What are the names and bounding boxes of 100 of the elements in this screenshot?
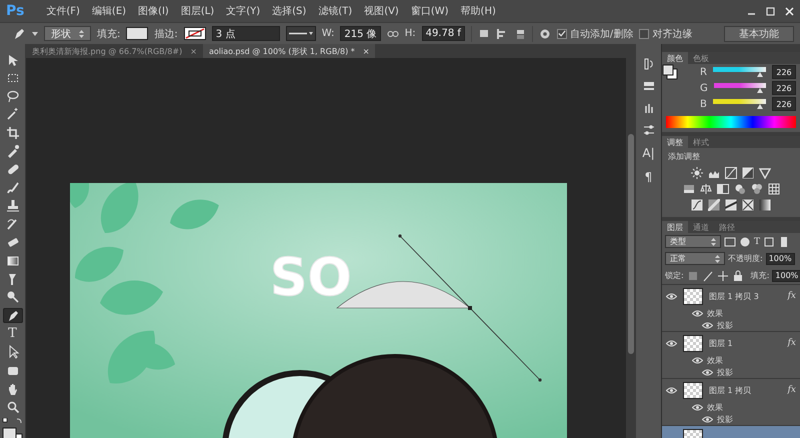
default-colors-icon[interactable] (2, 418, 24, 424)
color-spectrum[interactable] (666, 116, 796, 128)
type-filter-button[interactable]: T (754, 236, 760, 246)
lock-icon[interactable] (732, 270, 744, 282)
image-filter-icon[interactable] (724, 236, 736, 248)
layer-thumbnail (683, 334, 703, 352)
link-icon[interactable] (386, 30, 399, 38)
triangle-icon[interactable] (759, 167, 771, 179)
workspace-button[interactable]: 基本功能 (724, 26, 794, 42)
scale-icon[interactable] (700, 183, 712, 195)
slider-thumb[interactable] (757, 88, 764, 92)
channel-value-field[interactable]: 226 (772, 65, 796, 79)
stroke-swatch[interactable] (184, 27, 206, 40)
width-field[interactable]: 215 像 (340, 26, 381, 41)
menu-item[interactable]: 图像(I) (138, 4, 169, 18)
sliders-icon[interactable] (642, 124, 654, 136)
panel-dock-button[interactable]: ¶ (644, 170, 652, 184)
opacity-field[interactable]: 100% (766, 252, 795, 264)
tool-mode-dropdown[interactable]: 形状 (44, 26, 91, 41)
slider-thumb[interactable] (757, 104, 764, 108)
menu-item[interactable]: 编辑(E) (92, 4, 126, 18)
menu-item[interactable]: 文件(F) (46, 4, 80, 18)
type-tool-button[interactable]: T (2, 326, 22, 342)
brushes-icon[interactable] (642, 102, 654, 114)
eye-icon[interactable] (702, 416, 713, 422)
fill-swatch[interactable] (126, 27, 148, 40)
channel-value-field[interactable]: 226 (772, 81, 796, 95)
eraser-icon (6, 235, 20, 250)
effects-label: 效果 (707, 402, 723, 412)
settings-icon[interactable] (538, 28, 551, 40)
blend-mode-dropdown[interactable]: 正常 (665, 252, 725, 265)
panel-tab[interactable]: 样式 (688, 136, 714, 148)
tab-close-button[interactable]: × (362, 46, 370, 56)
layer-comps-icon[interactable] (642, 80, 654, 92)
three-circles-icon[interactable] (750, 183, 762, 195)
scrollbar-thumb[interactable] (628, 134, 634, 354)
lock-label: 锁定: (665, 270, 684, 281)
diagonal-icon[interactable] (708, 199, 720, 211)
eye-icon[interactable] (666, 386, 677, 394)
document-tab[interactable]: aoliao.psd @ 100% (形状 1, RGB/8) * × (202, 44, 376, 58)
menu-item[interactable]: 视图(V) (364, 4, 399, 18)
curve-square-icon[interactable] (691, 199, 703, 211)
eye-icon[interactable] (666, 292, 677, 300)
curve-icon[interactable] (725, 167, 737, 179)
channel-value-field[interactable]: 226 (772, 97, 796, 111)
menu-item[interactable]: 帮助(H) (460, 4, 496, 18)
pen-tool-button[interactable] (2, 308, 22, 324)
gradient-square-icon[interactable] (682, 183, 694, 195)
menu-item[interactable]: 文字(Y) (226, 4, 260, 18)
eye-icon[interactable] (692, 404, 703, 410)
path-operations-icon[interactable] (478, 28, 490, 40)
half-square-icon[interactable] (716, 183, 728, 195)
layer-row[interactable]: 图层 1 拷贝 3 fx 效果 投影 (662, 284, 800, 331)
menu-item[interactable]: 滤镜(T) (318, 4, 352, 18)
circles-icon[interactable] (734, 183, 746, 195)
panel-dock-button[interactable]: A| (642, 146, 655, 160)
panel-tab[interactable]: 图层 (662, 221, 688, 233)
layer-filter-dropdown[interactable]: 类型 (665, 235, 721, 248)
shape-filter-icon[interactable] (763, 236, 776, 248)
layer-row[interactable]: 图层 1 fx 效果 投影 (662, 331, 800, 378)
panel-tab[interactable]: 颜色 (662, 52, 688, 64)
menu-item[interactable]: 图层(L) (180, 4, 214, 18)
brightness-icon[interactable] (691, 167, 703, 179)
path-alignment-icon[interactable] (496, 28, 508, 40)
stroke-width-field[interactable]: 3 点 (212, 26, 280, 41)
channel-slider[interactable] (712, 66, 766, 78)
menu-item[interactable]: 选择(S) (272, 4, 306, 18)
caret-icon[interactable] (32, 30, 38, 36)
line-style-dropdown[interactable] (286, 26, 316, 41)
eye-icon[interactable] (702, 322, 713, 328)
adjustment-filter-icon[interactable] (739, 236, 751, 248)
channel-slider[interactable] (714, 82, 766, 94)
x-square-icon[interactable] (742, 199, 754, 211)
panel-tab[interactable]: 调整 (662, 136, 688, 148)
slider-thumb[interactable] (757, 72, 764, 76)
panel-tab[interactable]: 色板 (688, 52, 714, 64)
eye-icon[interactable] (666, 340, 677, 346)
gradient-map-icon[interactable] (759, 199, 771, 211)
close-icon[interactable] (785, 6, 794, 16)
panel-tab[interactable]: 路径 (714, 221, 740, 233)
fill-field[interactable]: 100% (772, 270, 800, 282)
panel-tab[interactable]: 通道 (688, 221, 714, 233)
eye-icon[interactable] (692, 310, 703, 316)
tab-close-button[interactable]: × (190, 46, 197, 56)
color-swatches-icon[interactable] (662, 64, 678, 80)
eye-icon[interactable] (702, 368, 713, 376)
eye-icon[interactable] (692, 356, 703, 364)
pen-icon[interactable] (12, 26, 26, 40)
fx-label: fx (788, 385, 796, 395)
maximize-icon[interactable] (766, 6, 775, 16)
grid-icon[interactable] (768, 183, 780, 195)
checkbox[interactable] (556, 28, 567, 38)
history-icon[interactable] (642, 58, 654, 70)
checkbox[interactable] (639, 28, 650, 38)
fx-label: fx (788, 291, 796, 301)
height-field[interactable]: 49.78 f (422, 26, 465, 41)
channel-slider[interactable] (712, 98, 766, 110)
menu-item[interactable]: 窗口(W) (410, 4, 449, 18)
exposure-icon[interactable] (742, 167, 754, 179)
stripe-icon[interactable] (725, 199, 737, 211)
